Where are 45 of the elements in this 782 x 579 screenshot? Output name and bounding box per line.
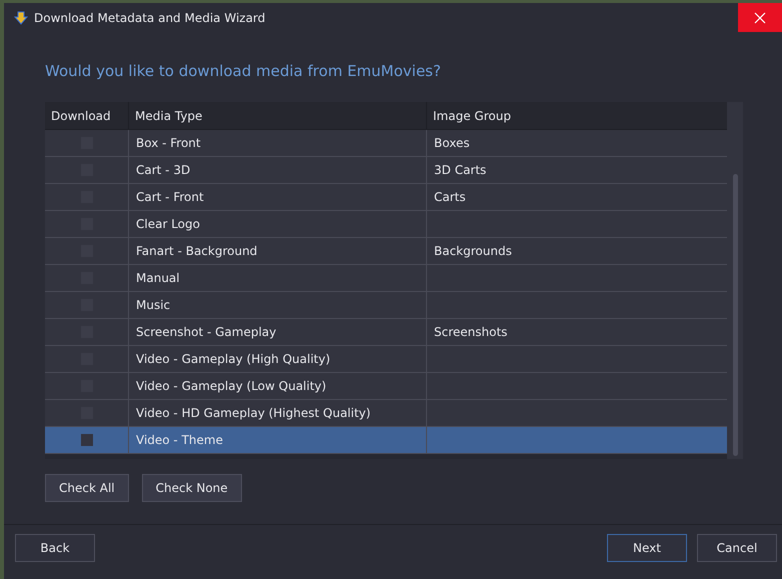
table-row[interactable]: Video - Gameplay (Low Quality) <box>45 373 727 400</box>
table-cell: Video - HD Gameplay (Highest Quality) <box>136 406 371 420</box>
table-cell: Video - Gameplay (Low Quality) <box>136 379 326 393</box>
table-cell: Cart - 3D <box>136 163 190 177</box>
scrollbar[interactable] <box>727 102 743 459</box>
footer-button[interactable]: Next <box>607 534 687 562</box>
check-button[interactable]: Check None <box>142 474 242 502</box>
column-header[interactable]: Download <box>45 102 129 129</box>
close-button[interactable] <box>738 3 782 32</box>
table-cell: Backgrounds <box>434 244 512 258</box>
table-cell: Box - Front <box>136 136 201 150</box>
table-row[interactable]: Fanart - Background Backgrounds <box>45 238 727 265</box>
table-row[interactable]: Cart - 3D 3D Carts <box>45 157 727 184</box>
scrollbar-thumb[interactable] <box>733 174 738 456</box>
table-row[interactable]: Screenshot - Gameplay Screenshots <box>45 319 727 346</box>
column-header[interactable]: Media Type <box>129 102 427 129</box>
close-icon <box>754 12 766 24</box>
table-cell: Music <box>136 298 170 312</box>
footer-button[interactable]: Back <box>15 534 95 562</box>
wizard-heading: Would you like to download media from EmuMovies? <box>45 62 442 82</box>
check-button[interactable]: Check All <box>45 474 129 502</box>
download-arrow-icon <box>14 10 28 24</box>
table-cell: Manual <box>136 271 180 285</box>
table-cell: Clear Logo <box>136 217 200 231</box>
table-cell: 3D Carts <box>434 163 486 177</box>
column-header[interactable]: Image Group <box>427 102 727 129</box>
footer-button[interactable]: Cancel <box>697 534 777 562</box>
table-row[interactable]: Video - Theme <box>45 427 727 454</box>
table-cell: Cart - Front <box>136 190 204 204</box>
table-cell: Boxes <box>434 136 470 150</box>
table-cell: Screenshot - Gameplay <box>136 325 276 339</box>
table-cell: Fanart - Background <box>136 244 258 258</box>
table-row[interactable]: Video - Gameplay (High Quality) <box>45 346 727 373</box>
table-row[interactable]: Video - HD Gameplay (Highest Quality) <box>45 400 727 427</box>
table-row[interactable]: Box - Front Boxes <box>45 130 727 157</box>
window-title: Download Metadata and Media Wizard <box>34 10 266 24</box>
table-cell: Screenshots <box>434 325 508 339</box>
table-cell: Video - Theme <box>136 433 223 447</box>
checkbox[interactable] <box>80 434 92 446</box>
table-row[interactable]: Music <box>45 292 727 319</box>
table-cell: Carts <box>434 190 466 204</box>
table-cell: Video - Gameplay (High Quality) <box>136 352 330 366</box>
table-row[interactable]: Manual <box>45 265 727 292</box>
table-row[interactable]: Cart - Front Carts <box>45 184 727 211</box>
table-row[interactable]: Clear Logo <box>45 211 727 238</box>
